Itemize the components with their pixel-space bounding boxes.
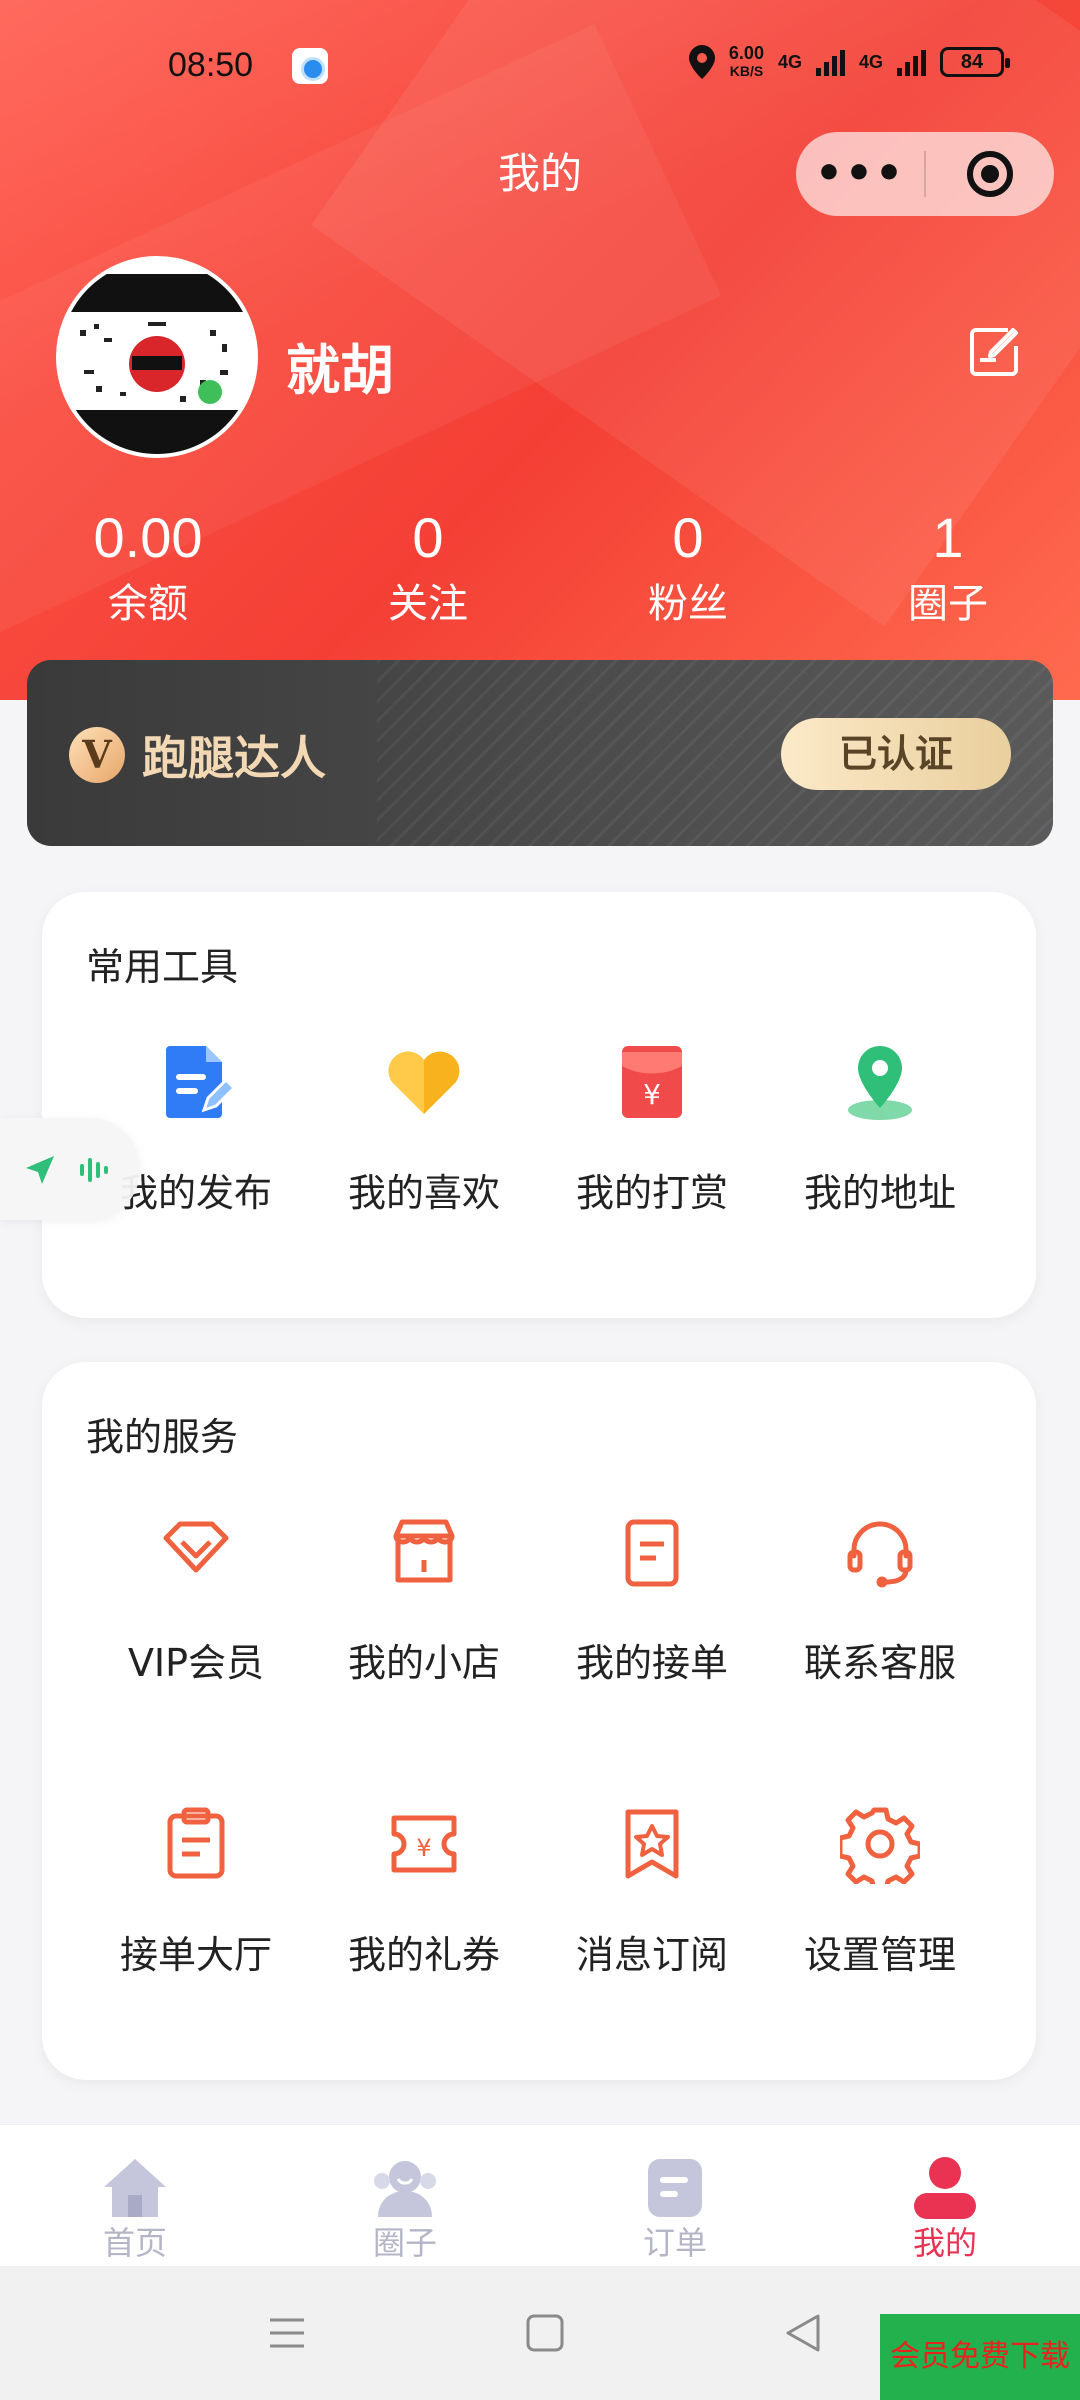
vip-v-icon: V [69,727,125,783]
status-time: 08:50 [168,46,254,84]
network-type-1: 4G [777,51,802,72]
service-message-subscribe[interactable]: 消息订阅 [538,1804,766,1977]
status-bar: 08:50 6.00 KB/S 4G 4G 84 [0,40,1080,100]
navigation-arrow-icon [26,1156,54,1184]
tool-label: 我的地址 [803,1171,956,1215]
svg-text:¥: ¥ [643,1078,661,1111]
back-triangle-icon[interactable] [778,2308,828,2358]
services-card: 我的服务 VIP会员 我的小店 我的接单 联系客服 接单大厅 ¥ 我的礼券 消息… [42,1362,1036,2080]
order-doc-icon [625,1519,679,1587]
location-status-icon [688,45,715,79]
target-icon [967,151,1013,197]
clipboard-icon [167,1807,225,1879]
service-label: 联系客服 [803,1641,956,1685]
tools-title: 常用工具 [86,945,239,989]
coupon-icon: ¥ [391,1815,457,1873]
bookmark-star-icon [625,1809,679,1879]
document-edit-icon [166,1046,236,1118]
service-vip[interactable]: VIP会员 [82,1512,310,1685]
floating-assistant[interactable] [0,1118,140,1220]
tab-mine[interactable]: 我的 [810,2125,1080,2267]
tool-label: 我的喜欢 [347,1171,500,1215]
service-label: 设置管理 [803,1933,956,1977]
stat-following[interactable]: 0 关注 [318,500,538,632]
tab-community[interactable]: 圈子 [270,2125,540,2267]
shop-icon [393,1519,455,1583]
tool-my-likes[interactable]: 我的喜欢 [310,1042,538,1215]
voice-wave-icon [80,1158,108,1182]
service-label: VIP会员 [127,1641,265,1685]
red-envelope-icon: ¥ [622,1046,682,1118]
service-my-orders[interactable]: 我的接单 [538,1512,766,1685]
svg-text:¥: ¥ [416,1834,431,1862]
service-settings[interactable]: 设置管理 [766,1804,994,1977]
close-miniapp-button[interactable] [926,151,1054,197]
service-customer-support[interactable]: 联系客服 [766,1512,994,1685]
stats-row: 0.00 余额 0 关注 0 粉丝 1 圈子 [0,500,1080,640]
service-label: 消息订阅 [575,1933,728,1977]
profile-header: 08:50 6.00 KB/S 4G 4G 84 我的 ••• 就胡 0.00 … [0,0,1080,700]
stat-circles[interactable]: 1 圈子 [838,500,1058,632]
stat-fans[interactable]: 0 粉丝 [578,500,798,632]
service-order-hall[interactable]: 接单大厅 [82,1804,310,1977]
network-type-2: 4G [858,51,883,72]
service-my-shop[interactable]: 我的小店 [310,1512,538,1685]
service-label: 接单大厅 [119,1933,272,1977]
battery-icon: 84 [940,47,1010,77]
service-label: 我的接单 [575,1641,728,1685]
gear-icon [840,1807,920,1884]
community-icon [374,2161,436,2217]
service-label: 我的礼券 [347,1933,500,1977]
edit-profile-icon[interactable] [968,326,1020,378]
bottom-tab-bar: 首页 圈子 订单 我的 [0,2124,1080,2266]
menu-icon[interactable] [262,2308,312,2358]
heart-icon [388,1051,460,1114]
services-title: 我的服务 [86,1415,239,1459]
signal-1-icon [815,48,845,76]
user-icon [914,2157,976,2219]
home-square-icon[interactable] [520,2308,570,2358]
diamond-icon [163,1521,229,1573]
signal-2-icon [897,48,926,76]
tab-home[interactable]: 首页 [0,2125,270,2267]
tool-label: 我的打赏 [575,1171,728,1215]
more-menu-button[interactable]: ••• [796,152,924,196]
tools-card: 常用工具 我的发布 我的喜欢 ¥ 我的打赏 我的地址 [42,892,1036,1318]
promo-watermark[interactable]: 会员免费下载 [880,2314,1080,2400]
order-icon [648,2159,702,2217]
miniapp-capsule: ••• [796,132,1054,216]
app-notification-icon [292,48,328,84]
network-speed: 6.00 KB/S [728,43,764,79]
certified-badge[interactable]: 已认证 [781,718,1011,790]
cert-title: 跑腿达人 [142,731,326,785]
headset-icon [847,1521,913,1588]
avatar[interactable] [56,256,258,458]
service-label: 我的小店 [347,1641,500,1685]
certification-banner[interactable]: V 跑腿达人 已认证 [27,660,1053,846]
location-pin-icon [848,1046,912,1120]
tool-my-address[interactable]: 我的地址 [766,1042,994,1215]
tool-my-posts[interactable]: 我的发布 [82,1042,310,1215]
tab-orders[interactable]: 订单 [540,2125,810,2267]
stat-balance[interactable]: 0.00 余额 [38,500,258,632]
username: 就胡 [286,339,394,402]
home-icon [104,2159,166,2217]
service-my-coupons[interactable]: ¥ 我的礼券 [310,1804,538,1977]
tool-my-rewards[interactable]: ¥ 我的打赏 [538,1042,766,1215]
